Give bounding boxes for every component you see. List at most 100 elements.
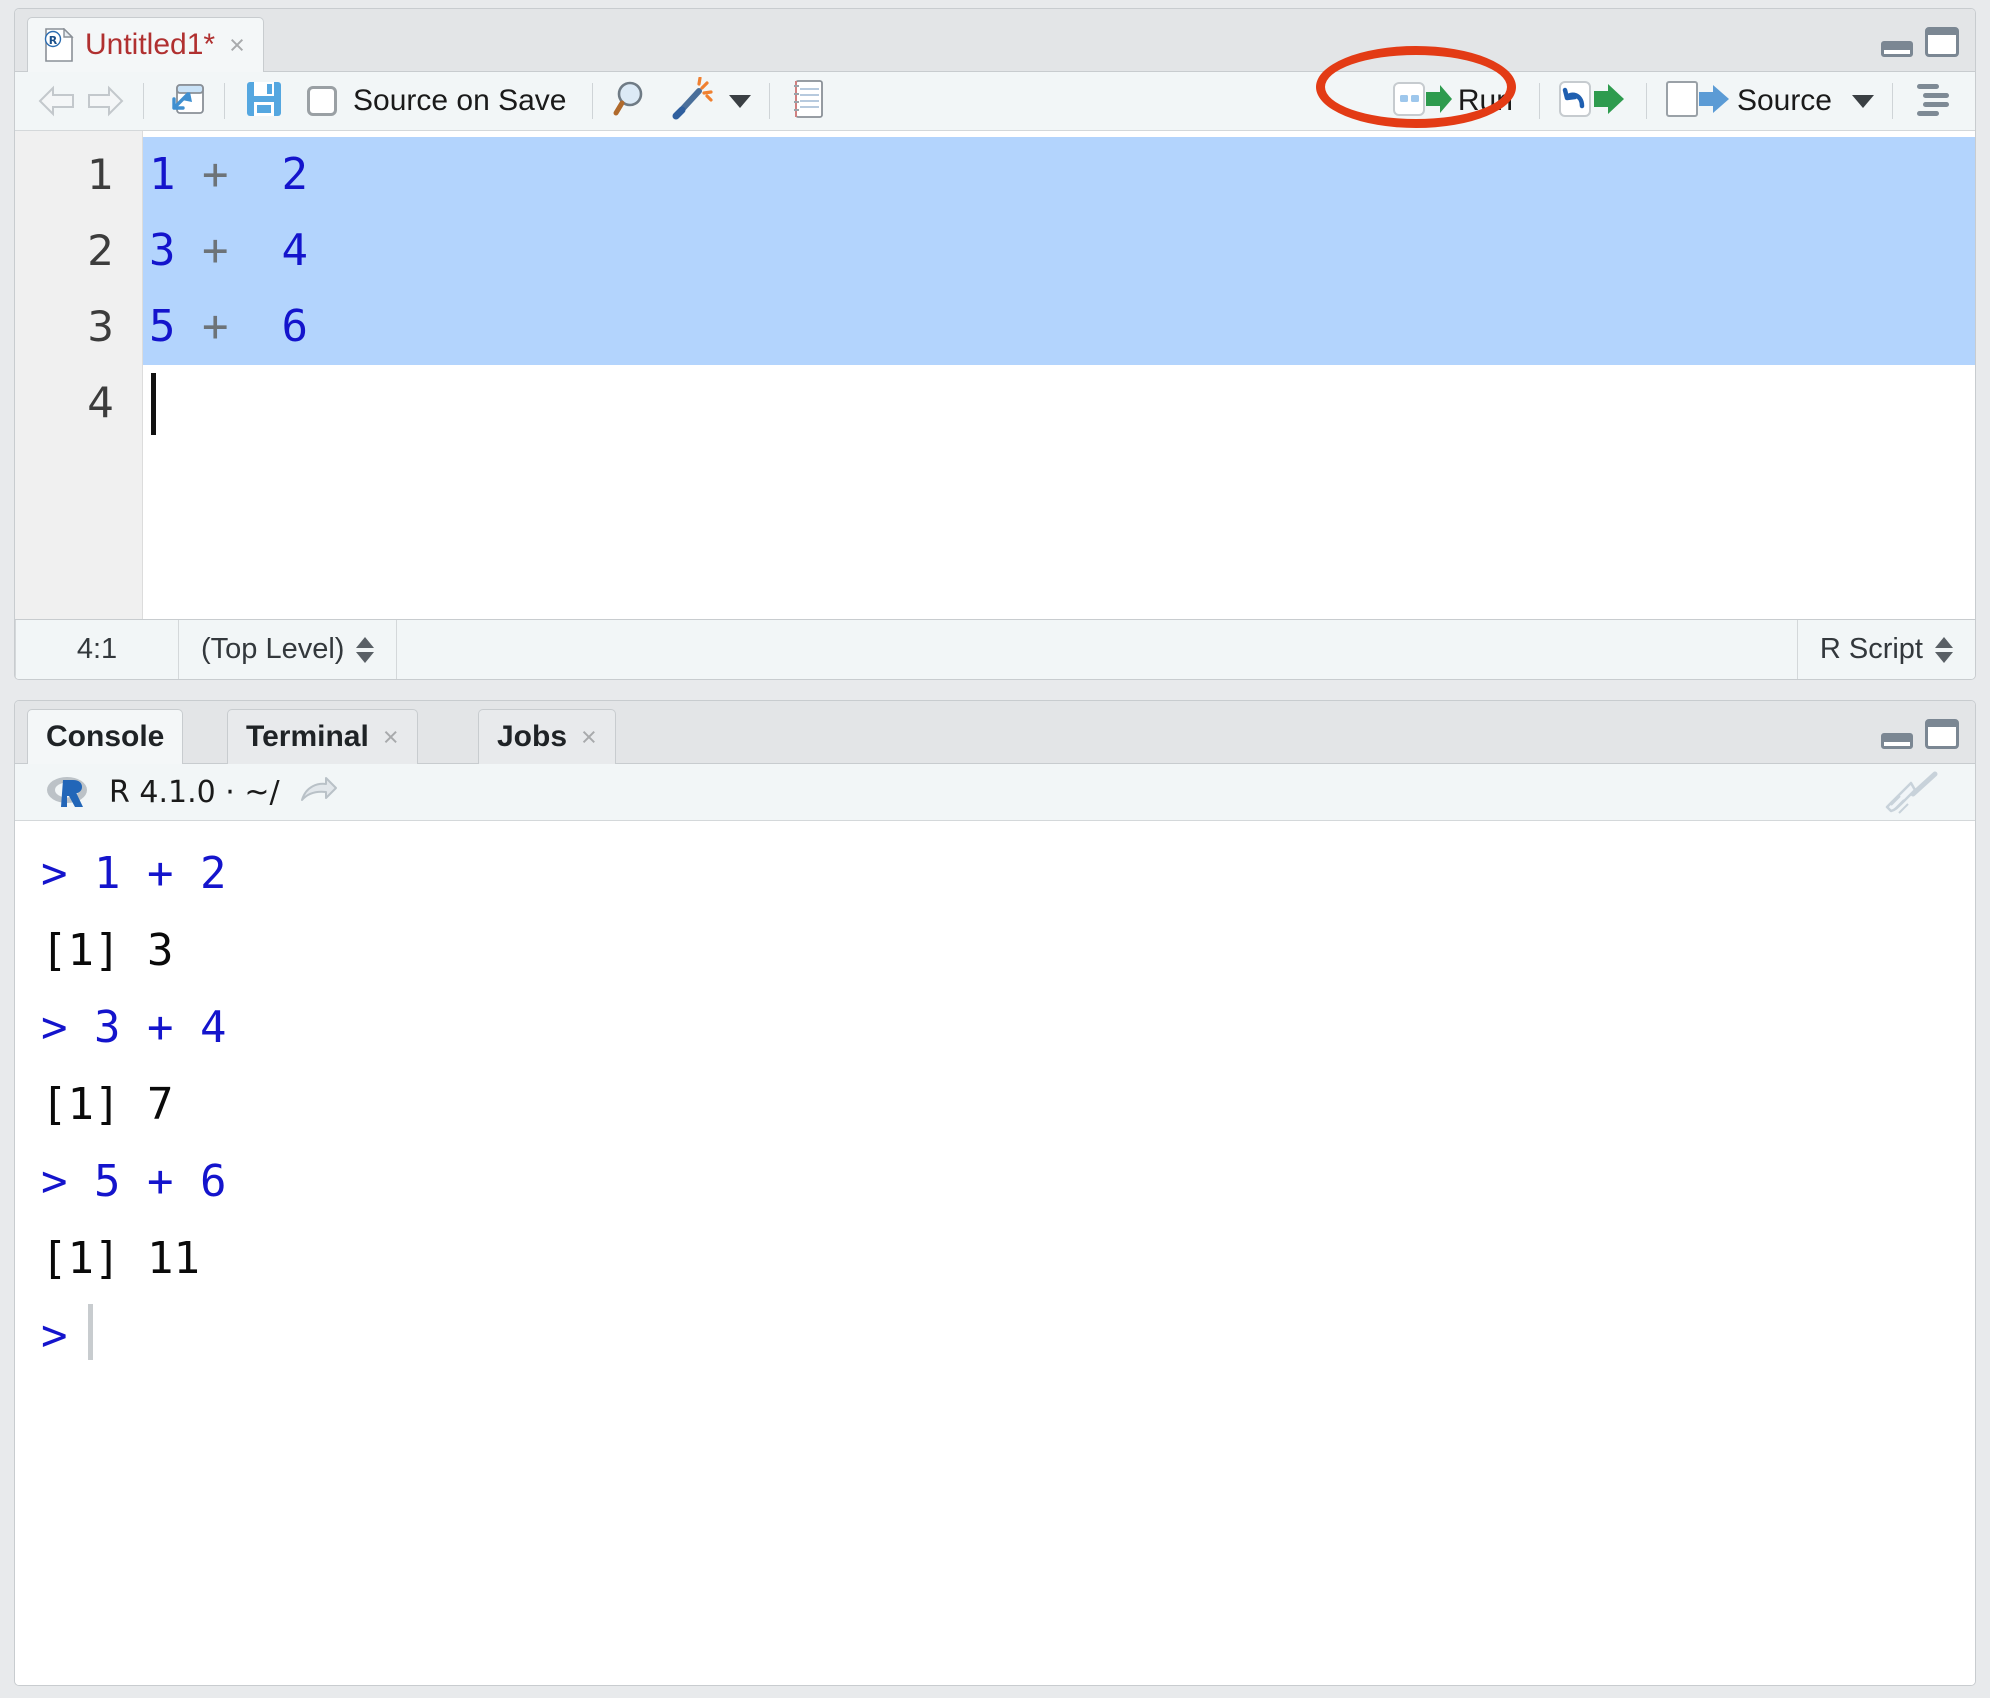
tab-jobs-label: Jobs [497, 720, 568, 753]
editor-tab-close-icon[interactable]: × [229, 31, 245, 59]
source-button[interactable]: Source [1661, 79, 1878, 123]
code-line[interactable]: 5 + 6 [143, 289, 1975, 365]
source-button-label: Source [1736, 84, 1832, 117]
run-icon [1392, 79, 1454, 124]
find-replace-button[interactable] [607, 79, 659, 123]
compile-report-icon [788, 77, 828, 126]
console-minimize-icon[interactable] [1881, 733, 1913, 749]
source-on-save-toggle[interactable]: Source on Save [303, 79, 570, 123]
console-input-line: > 5 + 6 [41, 1143, 1975, 1220]
tab-terminal[interactable]: Terminal × [227, 709, 418, 764]
save-button[interactable] [239, 79, 289, 123]
view-in-new-window-icon[interactable] [298, 774, 340, 811]
source-minimize-icon[interactable] [1881, 41, 1913, 57]
console-line-text: > 1 + 2 [41, 848, 227, 899]
code-line[interactable]: 3 + 4 [143, 213, 1975, 289]
console-output-line: [1] 3 [41, 912, 1975, 989]
file-type-updown-icon[interactable] [1935, 636, 1953, 663]
console-output-line: [1] 11 [41, 1220, 1975, 1297]
back-arrow-icon [37, 85, 77, 117]
console-text-cursor [87, 1304, 93, 1360]
source-icon [1665, 78, 1733, 125]
tab-jobs-close-icon[interactable]: × [581, 723, 597, 751]
toolbar-divider [1645, 83, 1647, 119]
code-tools-button[interactable] [665, 75, 755, 126]
popout-source-button[interactable] [158, 79, 210, 123]
code-token-number: 3 [149, 225, 176, 276]
console-output[interactable]: > 1 + 2 [1] 3 > 3 + 4 [1] 7 > 5 + 6 [1] 11 > [15, 821, 1975, 1685]
console-line-text: [1] 3 [41, 925, 174, 976]
console-input-line: > 3 + 4 [41, 989, 1975, 1066]
toolbar-divider [769, 83, 771, 119]
code-token-operator: + [202, 225, 229, 276]
compile-report-button[interactable] [784, 79, 832, 123]
code-line[interactable]: 1 + 2 [143, 137, 1975, 213]
code-token-operator: + [202, 149, 229, 200]
console-line-text: > 5 + 6 [41, 1156, 227, 1207]
console-header: R 4.1.0 · ~/ [15, 764, 1975, 821]
editor-back-button[interactable] [33, 79, 81, 123]
source-on-save-checkbox[interactable] [307, 86, 337, 116]
console-line-text: > [41, 1310, 68, 1361]
source-tab-bar: R Untitled1* × [15, 9, 1975, 72]
console-line-text: > 3 + 4 [41, 1002, 227, 1053]
forward-arrow-icon [85, 85, 125, 117]
run-button-label: Run [1457, 84, 1513, 117]
toolbar-divider [224, 83, 225, 119]
code-token-number: 5 [149, 301, 176, 352]
console-maximize-icon[interactable] [1925, 719, 1959, 749]
tab-console-label: Console [46, 720, 165, 753]
source-on-save-label: Source on Save [353, 84, 567, 117]
console-tab-bar: Console Terminal × Jobs × [15, 701, 1975, 764]
console-input-line: > 1 + 2 [41, 835, 1975, 912]
editor-toolbar-right-group: Run Source [1380, 72, 1963, 130]
code-tools-caret-down-icon[interactable] [729, 94, 752, 108]
toolbar-divider [1538, 83, 1540, 119]
editor-gutter: 1 2 3 4 [15, 131, 143, 621]
editor-tab-untitled1[interactable]: R Untitled1* × [27, 17, 264, 72]
editor-code-area[interactable]: 1 + 23 + 45 + 6 [143, 131, 1975, 621]
line-number: 3 [87, 302, 114, 351]
document-outline-icon [1911, 79, 1955, 124]
code-token-number: 1 [149, 149, 176, 200]
source-maximize-icon[interactable] [1925, 27, 1959, 57]
editor-forward-button[interactable] [81, 79, 129, 123]
tab-terminal-close-icon[interactable]: × [383, 723, 399, 751]
toolbar-divider [143, 83, 144, 119]
file-type-label: R Script [1819, 633, 1923, 665]
scope-label: (Top Level) [201, 633, 345, 665]
scope-selector[interactable]: (Top Level) [179, 620, 398, 679]
console-version-path: R 4.1.0 · ~/ [109, 774, 280, 810]
save-icon [243, 78, 285, 125]
broom-clear-console-icon[interactable] [1881, 770, 1943, 821]
source-caret-down-icon[interactable] [1852, 94, 1874, 108]
scope-updown-icon[interactable] [356, 636, 375, 663]
console-output-line: [1] 7 [41, 1066, 1975, 1143]
code-token-number: 4 [281, 225, 308, 276]
console-line-text: [1] 7 [41, 1079, 174, 1130]
editor-body[interactable]: 1 2 3 4 1 + 23 + 45 + 6 [15, 131, 1975, 621]
code-tools-icon [669, 75, 717, 126]
tab-console[interactable]: Console [27, 709, 184, 764]
run-button[interactable]: Run [1380, 79, 1525, 123]
toolbar-divider [1892, 83, 1893, 119]
code-token-number: 6 [281, 301, 308, 352]
editor-text-cursor [151, 373, 156, 435]
svg-text:R: R [49, 34, 58, 47]
code-token-number: 2 [281, 149, 308, 200]
tab-jobs[interactable]: Jobs × [478, 709, 616, 764]
line-number: 4 [87, 378, 114, 427]
r-logo-icon [45, 775, 89, 809]
code-line[interactable] [143, 365, 1975, 441]
rerun-button[interactable] [1554, 79, 1632, 123]
console-prompt-line[interactable]: > [41, 1297, 1975, 1374]
line-number: 2 [87, 226, 114, 275]
file-type-selector[interactable]: R Script [1796, 620, 1975, 679]
document-outline-button[interactable] [1907, 79, 1963, 123]
editor-tab-title: Untitled1* [85, 28, 216, 61]
editor-status-bar: 4:1 (Top Level) R Script [15, 619, 1975, 679]
